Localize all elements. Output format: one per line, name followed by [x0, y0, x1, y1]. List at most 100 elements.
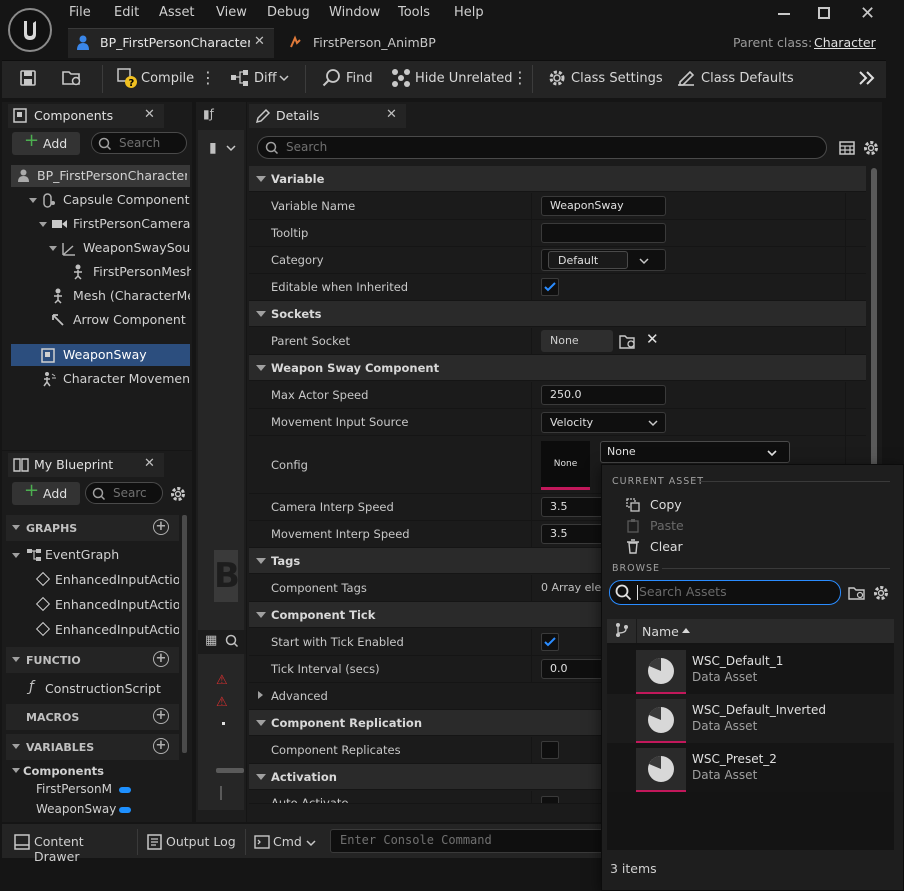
chevron-down-icon[interactable] — [639, 257, 649, 265]
maximize-button[interactable] — [818, 7, 830, 19]
class-settings-button[interactable]: Class Settings — [571, 71, 663, 86]
clear-menu-item[interactable]: Clear — [612, 537, 882, 557]
diff-button[interactable]: Diff — [254, 71, 277, 86]
find-button[interactable]: Find — [346, 71, 373, 86]
expand-arrow-icon[interactable] — [39, 222, 47, 227]
macros-section[interactable]: MACROS + — [6, 704, 179, 730]
collapse-arrow-icon[interactable] — [256, 612, 266, 618]
compile-icon[interactable]: ? — [116, 67, 138, 89]
graph-event-item[interactable]: EnhancedInputAction — [6, 619, 179, 641]
expand-arrow-icon[interactable] — [49, 246, 57, 251]
add-macro-icon[interactable]: + — [153, 708, 169, 724]
close-icon[interactable]: ✕ — [144, 456, 155, 471]
variable-item[interactable]: WeaponSway — [6, 800, 179, 820]
variables-section[interactable]: VARIABLES + — [6, 734, 179, 760]
tree-item-weaponswaysource[interactable]: WeaponSwaySource — [11, 237, 191, 259]
blueprint-scrollbar[interactable] — [182, 515, 187, 753]
paste-menu-item[interactable]: Paste — [612, 516, 882, 536]
tree-item-weaponsway[interactable]: WeaponSway — [11, 344, 190, 366]
folder-search-icon[interactable] — [848, 585, 866, 601]
bookmark-icon[interactable]: ▮ — [209, 140, 217, 156]
expand-arrow-icon[interactable] — [29, 198, 37, 203]
start-tick-checkbox[interactable] — [541, 633, 559, 651]
unreal-logo[interactable] — [8, 8, 52, 52]
add-variable-button[interactable]: + Add — [12, 480, 80, 505]
config-thumbnail[interactable]: None — [541, 441, 590, 490]
asset-row[interactable]: WSC_Preset_2 Data Asset — [607, 743, 894, 792]
gear-icon[interactable] — [862, 139, 880, 157]
tree-item-mesh[interactable]: Mesh (CharacterMes — [11, 285, 190, 307]
category-weapon-sway[interactable]: Weapon Sway Component — [249, 355, 866, 381]
cmd-button[interactable]: Cmd — [250, 829, 325, 855]
tree-item-firstpersonmesh[interactable]: FirstPersonMesh — [11, 261, 191, 283]
collapse-arrow-icon[interactable] — [256, 311, 266, 317]
tree-item-arrow[interactable]: Arrow Component (A — [11, 309, 190, 331]
parent-class-link[interactable]: Character — [814, 35, 876, 50]
tree-root[interactable]: BP_FirstPersonCharacter — [11, 165, 190, 187]
hide-unrelated-icon[interactable] — [390, 68, 412, 88]
menu-tools[interactable]: Tools — [398, 5, 430, 20]
clear-socket-icon[interactable]: ✕ — [646, 330, 659, 348]
category-variable[interactable]: Variable — [249, 166, 866, 192]
expand-toolbar-icon[interactable] — [858, 70, 876, 86]
menu-debug[interactable]: Debug — [267, 5, 310, 20]
console-command-input[interactable]: Enter Console Command — [330, 829, 620, 853]
search-assets-input[interactable]: Search Assets — [609, 580, 841, 605]
menu-window[interactable]: Window — [329, 5, 380, 20]
collapse-arrow-icon[interactable] — [12, 744, 20, 749]
category-combo[interactable]: Default — [541, 249, 666, 271]
tree-item-camera[interactable]: FirstPersonCamera — [11, 213, 190, 235]
auto-activate-checkbox[interactable] — [541, 796, 559, 803]
compiler-results-icon[interactable]: ▦ — [205, 633, 217, 648]
variable-name-input[interactable]: WeaponSway — [541, 196, 666, 216]
tooltip-input[interactable] — [541, 223, 666, 243]
class-defaults-icon[interactable] — [676, 68, 696, 88]
tree-item-character-movement[interactable]: Character Movement ( — [11, 368, 190, 390]
blueprint-search-input[interactable]: Searc — [85, 482, 163, 504]
add-component-button[interactable]: + Add — [12, 130, 80, 155]
components-category[interactable]: Components — [6, 762, 179, 780]
components-tab[interactable]: Components ✕ — [8, 104, 164, 128]
my-blueprint-tab[interactable]: My Blueprint ✕ — [8, 453, 164, 477]
expand-arrow-icon[interactable] — [258, 691, 263, 699]
collapse-arrow-icon[interactable] — [12, 525, 20, 530]
hide-unrelated-options-icon[interactable]: ⋮ — [512, 68, 528, 87]
table-view-icon[interactable] — [839, 140, 855, 156]
tab-bp-firstpersoncharacter[interactable]: BP_FirstPersonCharacter* ✕ — [68, 28, 274, 58]
category-value[interactable]: Default — [548, 251, 628, 269]
tab-close-icon[interactable]: ✕ — [254, 34, 265, 49]
parent-socket-value[interactable]: None — [541, 330, 613, 352]
menu-asset[interactable]: Asset — [159, 5, 195, 20]
menu-help[interactable]: Help — [454, 5, 484, 20]
tree-item-capsule[interactable]: Capsule Component (C — [11, 189, 190, 211]
collapse-arrow-icon[interactable] — [256, 720, 266, 726]
components-search-input[interactable]: Search — [91, 132, 187, 154]
close-window-button[interactable]: ✕ — [860, 3, 875, 24]
add-variable-icon[interactable]: + — [153, 738, 169, 754]
compile-button[interactable]: Compile — [141, 71, 194, 86]
menu-file[interactable]: File — [69, 5, 91, 20]
gear-icon[interactable] — [169, 485, 187, 503]
copy-menu-item[interactable]: Copy — [612, 495, 882, 515]
find-icon[interactable] — [322, 68, 342, 88]
gear-icon[interactable] — [872, 584, 890, 602]
graph-event-item[interactable]: EnhancedInputAction — [6, 594, 179, 616]
gear-icon[interactable] — [547, 68, 567, 88]
config-asset-picker[interactable]: None — [600, 441, 790, 463]
chevron-down-icon[interactable] — [226, 144, 236, 152]
add-function-icon[interactable]: + — [153, 651, 169, 667]
minimize-button[interactable] — [778, 13, 790, 15]
collapse-arrow-icon[interactable] — [12, 657, 20, 662]
asset-row[interactable]: WSC_Default_Inverted Data Asset — [607, 694, 894, 743]
search-icon[interactable] — [225, 634, 239, 648]
collapse-arrow-icon[interactable] — [256, 774, 266, 780]
add-graph-icon[interactable]: + — [153, 519, 169, 535]
sort-asc-icon[interactable] — [682, 628, 690, 633]
browse-icon[interactable] — [61, 68, 83, 88]
component-replicates-checkbox[interactable] — [541, 741, 559, 759]
splitter-handle[interactable] — [220, 786, 222, 800]
browse-socket-icon[interactable] — [619, 333, 637, 350]
graph-tab-icon[interactable]: ▮ƒ — [203, 107, 214, 121]
details-tab[interactable]: Details ✕ — [249, 104, 406, 128]
max-actor-speed-input[interactable]: 250.0 — [541, 385, 666, 405]
